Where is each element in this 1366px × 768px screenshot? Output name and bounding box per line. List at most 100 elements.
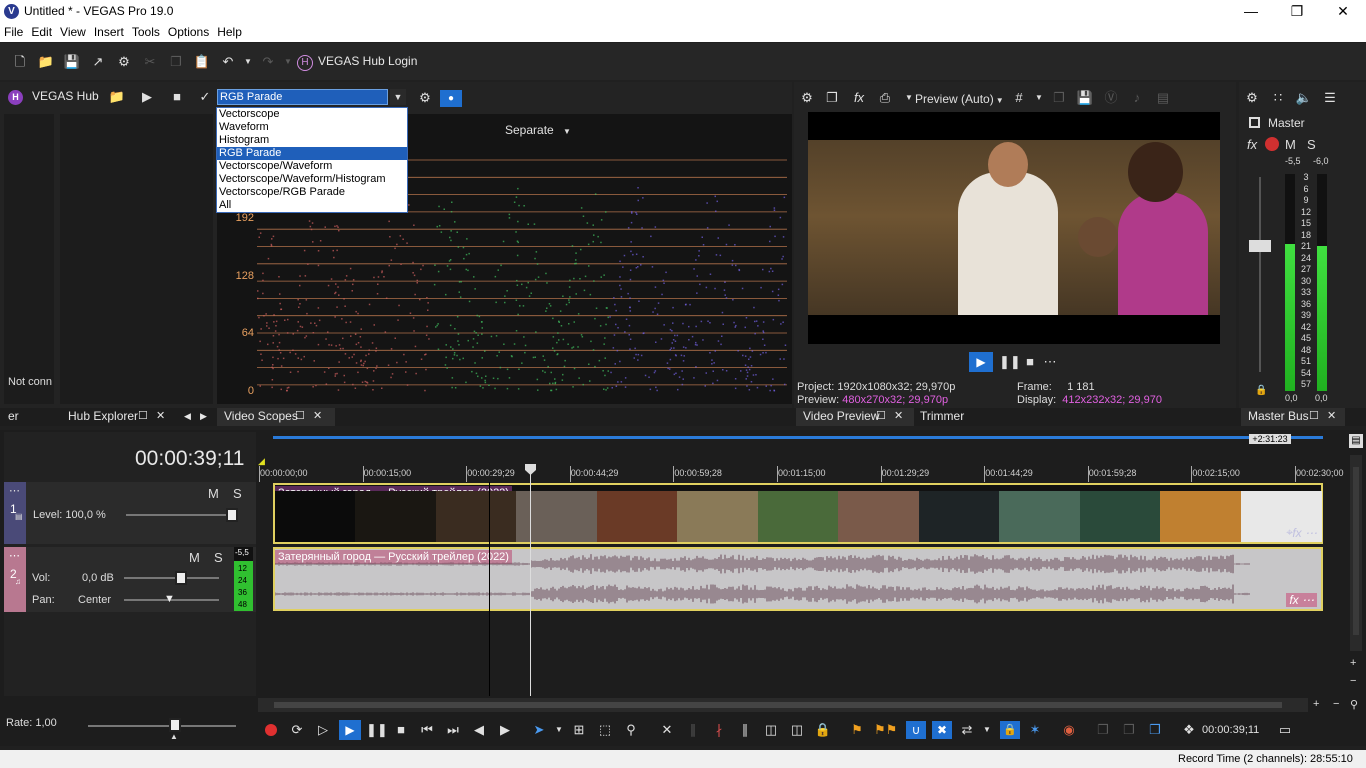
master-checkbox[interactable] xyxy=(1249,117,1260,128)
video-clip[interactable]: Затерянный город — Русский трейлер (2022… xyxy=(273,483,1323,544)
scope-option-vectorscope-waveform-histogram[interactable]: Vectorscope/Waveform/Histogram xyxy=(217,173,407,186)
hub-play-icon[interactable]: ▶ xyxy=(138,88,156,106)
vegas-hub-login-button[interactable]: H VEGAS Hub Login xyxy=(297,54,417,71)
play-from-start-icon[interactable]: ▷ xyxy=(314,721,332,739)
scope-option-vectorscope-rgb-parade[interactable]: Vectorscope/RGB Parade xyxy=(217,186,407,199)
master-bus-float-icon[interactable]: ☐ xyxy=(1309,409,1319,422)
vertical-scrollbar[interactable] xyxy=(1350,455,1362,651)
render-icon[interactable]: ↗ xyxy=(89,53,107,71)
overlays-grid-icon[interactable]: # xyxy=(1010,89,1028,107)
horizontal-scrollbar[interactable] xyxy=(258,698,1308,712)
copy-icon[interactable]: ❐ xyxy=(167,53,185,71)
scope-option-all[interactable]: All xyxy=(217,199,407,212)
envelope-tool-icon[interactable]: ⊞ xyxy=(570,721,588,739)
menu-help[interactable]: Help xyxy=(213,23,246,39)
preview-pause-button[interactable]: ❚❚ xyxy=(999,352,1021,372)
play-button[interactable]: ▶ xyxy=(339,720,361,740)
zoom-in-horizontal-icon[interactable]: + xyxy=(1313,698,1319,710)
normal-edit-tool-icon[interactable]: ➤ xyxy=(530,721,548,739)
ungroup-icon[interactable]: ❐ xyxy=(1120,721,1138,739)
split-screen-icon[interactable]: ⎙ xyxy=(876,89,894,107)
track-2-pan-handle[interactable]: ▼ xyxy=(164,593,175,605)
vegas-logo-icon[interactable]: Ⓥ xyxy=(1102,89,1120,107)
stop-button[interactable]: ■ xyxy=(392,721,410,739)
track-2-solo-button[interactable]: S xyxy=(214,550,223,565)
tabs-next-icon[interactable]: ▶ xyxy=(200,411,207,422)
trim-icon[interactable]: ∥ xyxy=(684,721,702,739)
track-1-level-slider[interactable] xyxy=(126,514,236,516)
new-file-icon[interactable]: 🗋 xyxy=(11,53,29,71)
ignore-grouping-icon[interactable]: ✶ xyxy=(1026,721,1044,739)
track-2-vol-handle[interactable] xyxy=(175,571,187,585)
track-1-level-handle[interactable] xyxy=(226,508,238,522)
hub-auto-preview-icon[interactable]: ✓ xyxy=(196,88,214,106)
cut-icon[interactable]: ✂ xyxy=(141,53,159,71)
video-preview-close-icon[interactable]: ✕ xyxy=(894,409,903,422)
menu-options[interactable]: Options xyxy=(164,23,213,39)
hub-explorer-float-icon[interactable]: ☐ xyxy=(138,409,148,422)
hub-explorer-close-icon[interactable]: ✕ xyxy=(156,409,165,422)
track-2-mute-button[interactable]: M xyxy=(189,550,200,565)
dim-output-icon[interactable]: 🔈 xyxy=(1295,89,1313,107)
menu-view[interactable]: View xyxy=(56,23,90,39)
open-folder-icon[interactable]: 📁 xyxy=(37,53,55,71)
scope-settings-gear-icon[interactable]: ⚙ xyxy=(416,89,434,107)
auto-ripple-icon[interactable]: ⇄ xyxy=(958,721,976,739)
ripple-icon[interactable]: ◫ xyxy=(788,721,806,739)
video-scopes-close-icon[interactable]: ✕ xyxy=(313,409,322,422)
zoom-out-vertical-icon[interactable]: − xyxy=(1350,675,1356,687)
zoom-tool-transport-icon[interactable]: ⚲ xyxy=(622,721,640,739)
undo-history-chevron-icon[interactable]: ▼ xyxy=(239,53,257,71)
master-solo-button[interactable]: S xyxy=(1307,137,1316,152)
menu-insert[interactable]: Insert xyxy=(90,23,128,39)
zoom-tool-icon[interactable]: ⚲ xyxy=(1350,698,1358,711)
close-button[interactable]: ✕ xyxy=(1320,0,1366,23)
maximize-button[interactable]: ❐ xyxy=(1274,0,1320,23)
preview-quality-select[interactable]: Preview (Auto) ▼ xyxy=(915,92,1004,106)
master-bypass-icon[interactable] xyxy=(1265,137,1279,151)
master-fx-icon[interactable]: fx xyxy=(1247,137,1257,152)
timeline-corner-button[interactable]: ▤ xyxy=(1349,434,1363,448)
insert-region-icon[interactable]: ⚑⚑ xyxy=(874,721,897,739)
auto-crossfade-toggle[interactable]: ✖ xyxy=(932,721,952,739)
go-to-start-icon[interactable]: ⏮ xyxy=(418,721,436,739)
menu-edit[interactable]: Edit xyxy=(27,23,56,39)
scope-option-vectorscope-waveform[interactable]: Vectorscope/Waveform xyxy=(217,160,407,173)
go-to-end-icon[interactable]: ⏭ xyxy=(444,721,462,739)
track-2-menu-icon[interactable]: ⋯ xyxy=(9,549,20,562)
color-grading-icon[interactable]: ◉ xyxy=(1060,721,1078,739)
external-monitor-icon[interactable]: ❐ xyxy=(823,89,841,107)
video-clip-fx-icon[interactable]: fx ⋯ xyxy=(1292,526,1317,540)
horizontal-scroll-thumb[interactable] xyxy=(274,702,1282,708)
menu-tools[interactable]: Tools xyxy=(128,23,164,39)
master-fader-handle[interactable] xyxy=(1249,240,1271,252)
fullscreen-icon[interactable]: ▭ xyxy=(1276,721,1294,739)
scope-option-rgb-parade[interactable]: RGB Parade xyxy=(217,147,407,160)
tab-trimmer[interactable]: Trimmer xyxy=(920,409,964,423)
scope-mode-select[interactable]: Separate ▼ xyxy=(505,123,571,137)
loop-playback-icon[interactable]: ⟳ xyxy=(288,721,306,739)
save-snapshot-icon[interactable]: 💾 xyxy=(1076,89,1094,107)
lock-envelopes-icon[interactable]: 🔒 xyxy=(814,721,832,739)
tab-video-preview[interactable]: Video Preview xyxy=(803,409,880,423)
preview-play-button[interactable]: ▶ xyxy=(969,352,993,372)
scope-option-vectorscope[interactable]: Vectorscope xyxy=(217,108,407,121)
marker-flag-icon[interactable]: ◢ xyxy=(258,456,265,467)
audio-icon[interactable]: ♪ xyxy=(1128,89,1146,107)
copy-snapshot-icon[interactable]: ❐ xyxy=(1050,89,1068,107)
scope-option-waveform[interactable]: Waveform xyxy=(217,121,407,134)
preview-stop-button[interactable]: ■ xyxy=(1023,352,1037,372)
master-properties-gear-icon[interactable]: ⚙ xyxy=(1243,89,1261,107)
insert-marker-icon[interactable]: ⚑ xyxy=(848,721,866,739)
hub-folder-icon[interactable]: 📁 xyxy=(108,88,126,106)
scope-select-chevron-icon[interactable]: ▼ xyxy=(390,89,406,105)
preview-more-button[interactable]: ⋯ xyxy=(1043,352,1057,372)
video-fx-icon[interactable]: fx xyxy=(850,89,868,107)
mixer-settings-icon[interactable]: ☰ xyxy=(1321,89,1339,107)
filmstrip-icon[interactable]: ▤ xyxy=(1154,89,1172,107)
previous-frame-icon[interactable]: ◀ xyxy=(470,721,488,739)
downmix-icon[interactable]: ∷ xyxy=(1269,89,1287,107)
master-bus-close-icon[interactable]: ✕ xyxy=(1327,409,1336,422)
minimize-button[interactable]: — xyxy=(1228,0,1274,23)
paste-icon[interactable]: 📋 xyxy=(193,53,211,71)
